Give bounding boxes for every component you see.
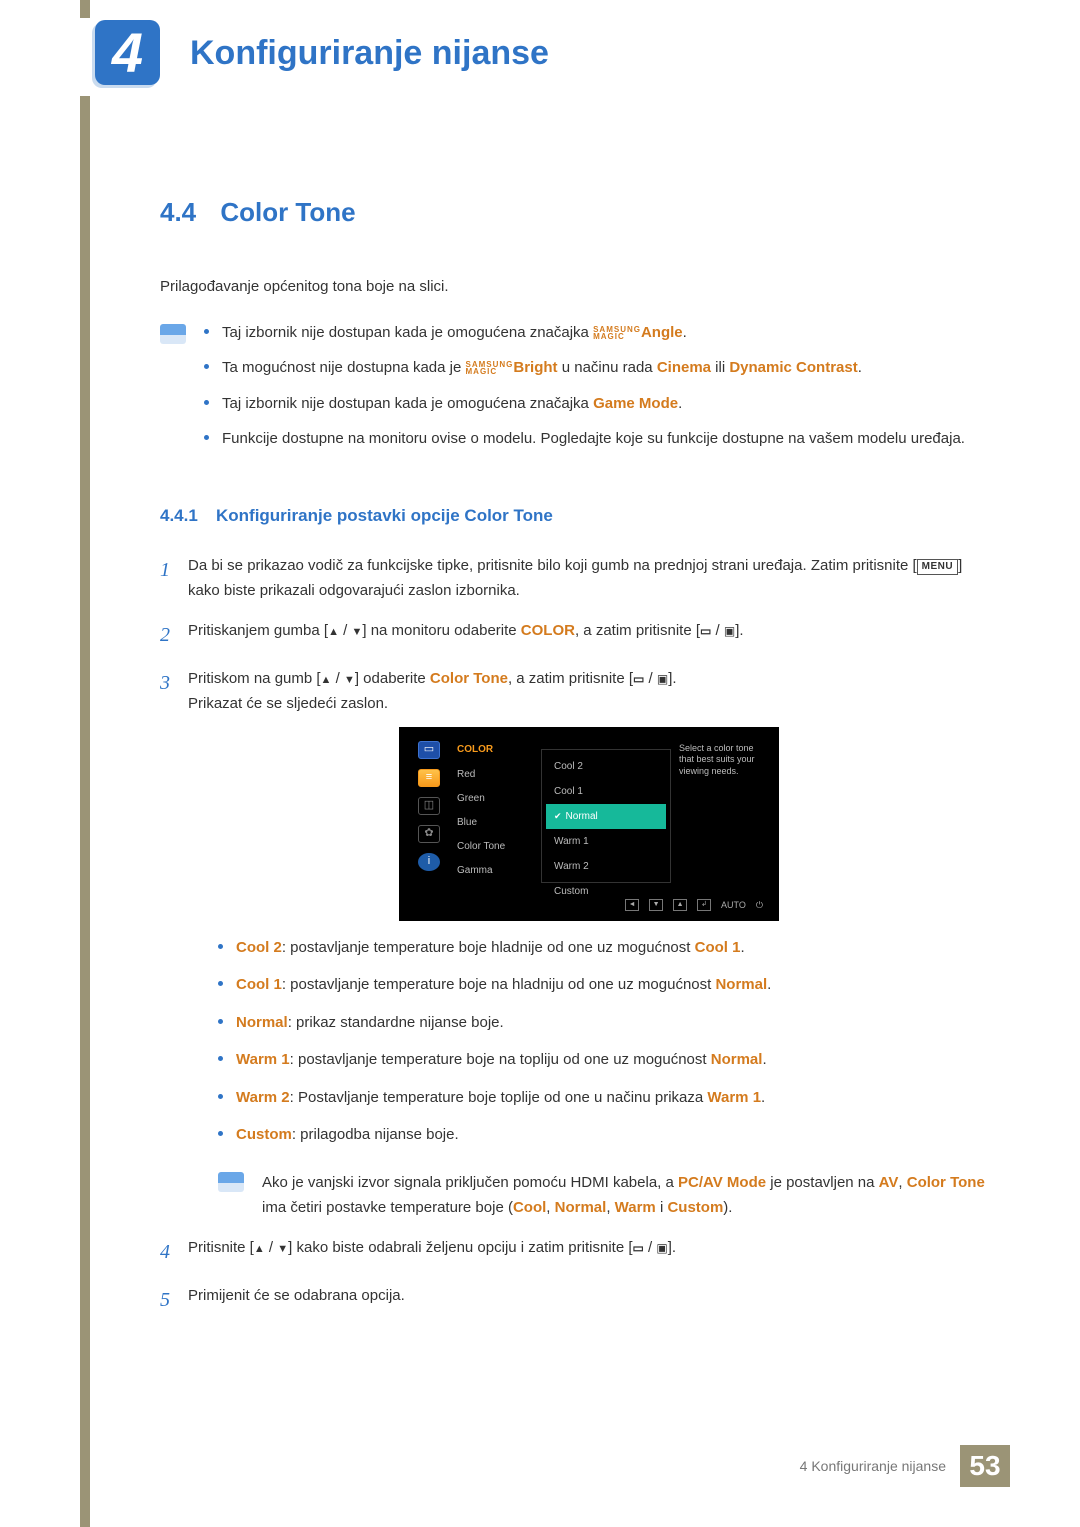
page-content: 4.4 Color Tone Prilagođavanje općenitog … [160, 190, 990, 1331]
osd-icon-info: i [418, 853, 440, 871]
subsection-number: 4.4.1 [160, 506, 198, 525]
samsung-magic-label: SAMSUNGMAGIC [593, 326, 641, 340]
source-icon [657, 670, 668, 687]
osd-nav-auto: AUTO [721, 898, 746, 913]
source-icon [656, 1239, 667, 1256]
osd-nav-enter-icon: ↲ [697, 899, 711, 911]
osd-icon-list: ≡ [418, 769, 440, 787]
step-item: 4 Pritisnite [ / ] kako biste odabrali ž… [160, 1235, 990, 1269]
samsung-magic-label: SAMSUNGMAGIC [466, 361, 514, 375]
osd-menu-item: Green [457, 790, 537, 807]
step-number: 1 [160, 553, 188, 604]
option-description: Cool 1: postavljanje temperature boje na… [218, 972, 990, 998]
note-icon [218, 1172, 244, 1192]
osd-menu-item: Blue [457, 814, 537, 831]
up-arrow-icon [321, 670, 332, 687]
osd-icon-display: ▭ [418, 741, 440, 759]
option-description: Warm 1: postavljanje temperature boje na… [218, 1047, 990, 1073]
note-item: Taj izbornik nije dostupan kada je omogu… [204, 391, 990, 417]
chapter-number-badge: 4 [95, 20, 160, 85]
chapter-title: Konfiguriranje nijanse [190, 34, 549, 73]
section-title: Color Tone [220, 190, 355, 234]
option-description: Custom: prilagodba nijanse boje. [218, 1122, 990, 1148]
osd-menu-column: COLOR Red Green Blue Color Tone Gamma [449, 737, 541, 890]
osd-option: Warm 1 [546, 829, 666, 854]
screen-icon [633, 670, 644, 687]
osd-menu-item: Color Tone [457, 838, 537, 855]
osd-left-icons: ▭ ≡ ◫ ✿ i [409, 737, 449, 890]
osd-nav-power-icon: ⏻ [756, 898, 763, 913]
osd-description: Select a color tone that best suits your… [671, 737, 769, 890]
footer-chapter-label: 4 Konfiguriranje nijanse [800, 1458, 946, 1474]
osd-option: Cool 1 [546, 779, 666, 804]
section-intro: Prilagođavanje općenitog tona boje na sl… [160, 274, 990, 300]
section-number: 4.4 [160, 190, 196, 234]
step-item: 5 Primijenit će se odabrana opcija. [160, 1283, 990, 1317]
step-number: 2 [160, 618, 188, 652]
osd-nav-down-icon: ▼ [649, 899, 663, 911]
osd-menu-item: Red [457, 766, 537, 783]
osd-nav-left-icon: ◄ [625, 899, 639, 911]
source-icon [724, 622, 735, 639]
step-item: 1 Da bi se prikazao vodič za funkcijske … [160, 553, 990, 604]
chapter-mask [73, 18, 97, 96]
osd-icon-pip: ◫ [418, 797, 440, 815]
step-item: 3 Pritiskom na gumb [ / ] odaberite Colo… [160, 666, 990, 1221]
osd-screenshot: ▭ ≡ ◫ ✿ i COLOR Red Green Blue Color Ton… [399, 727, 779, 921]
option-description: Cool 2: postavljanje temperature boje hl… [218, 935, 990, 961]
osd-option: Cool 2 [546, 754, 666, 779]
osd-icon-settings: ✿ [418, 825, 440, 843]
step-number: 3 [160, 666, 188, 1221]
note-item: Taj izbornik nije dostupan kada je omogu… [204, 320, 990, 346]
note-block: Taj izbornik nije dostupan kada je omogu… [160, 320, 990, 462]
screen-icon [633, 1239, 644, 1256]
option-description: Normal: prikaz standardne nijanse boje. [218, 1010, 990, 1036]
osd-menu-item: Gamma [457, 862, 537, 879]
osd-option-selected: Normal [546, 804, 666, 829]
up-arrow-icon [254, 1239, 265, 1256]
note-icon [160, 324, 186, 344]
down-arrow-icon [351, 622, 362, 639]
step-item: 2 Pritiskanjem gumba [ / ] na monitoru o… [160, 618, 990, 652]
osd-options-column: Cool 2 Cool 1 Normal Warm 1 Warm 2 Custo… [541, 749, 671, 883]
note-item: Ta mogućnost nije dostupna kada je SAMSU… [204, 355, 990, 381]
subsection-title: Konfiguriranje postavki opcije Color Ton… [216, 506, 553, 525]
note-item: Funkcije dostupne na monitoru ovise o mo… [204, 426, 990, 452]
osd-menu-header: COLOR [457, 741, 537, 758]
step-number: 4 [160, 1235, 188, 1269]
screen-icon [700, 622, 711, 639]
up-arrow-icon [328, 622, 339, 639]
down-arrow-icon [344, 670, 355, 687]
osd-option: Custom [546, 879, 666, 904]
option-description: Warm 2: Postavljanje temperature boje to… [218, 1085, 990, 1111]
osd-nav-up-icon: ▲ [673, 899, 687, 911]
osd-option: Warm 2 [546, 854, 666, 879]
menu-key-icon: MENU [917, 559, 958, 575]
side-accent-bar [80, 0, 90, 1527]
footer-page-number: 53 [960, 1445, 1010, 1487]
page-footer: 4 Konfiguriranje nijanse 53 [800, 1445, 1010, 1487]
step-number: 5 [160, 1283, 188, 1317]
down-arrow-icon [277, 1239, 288, 1256]
